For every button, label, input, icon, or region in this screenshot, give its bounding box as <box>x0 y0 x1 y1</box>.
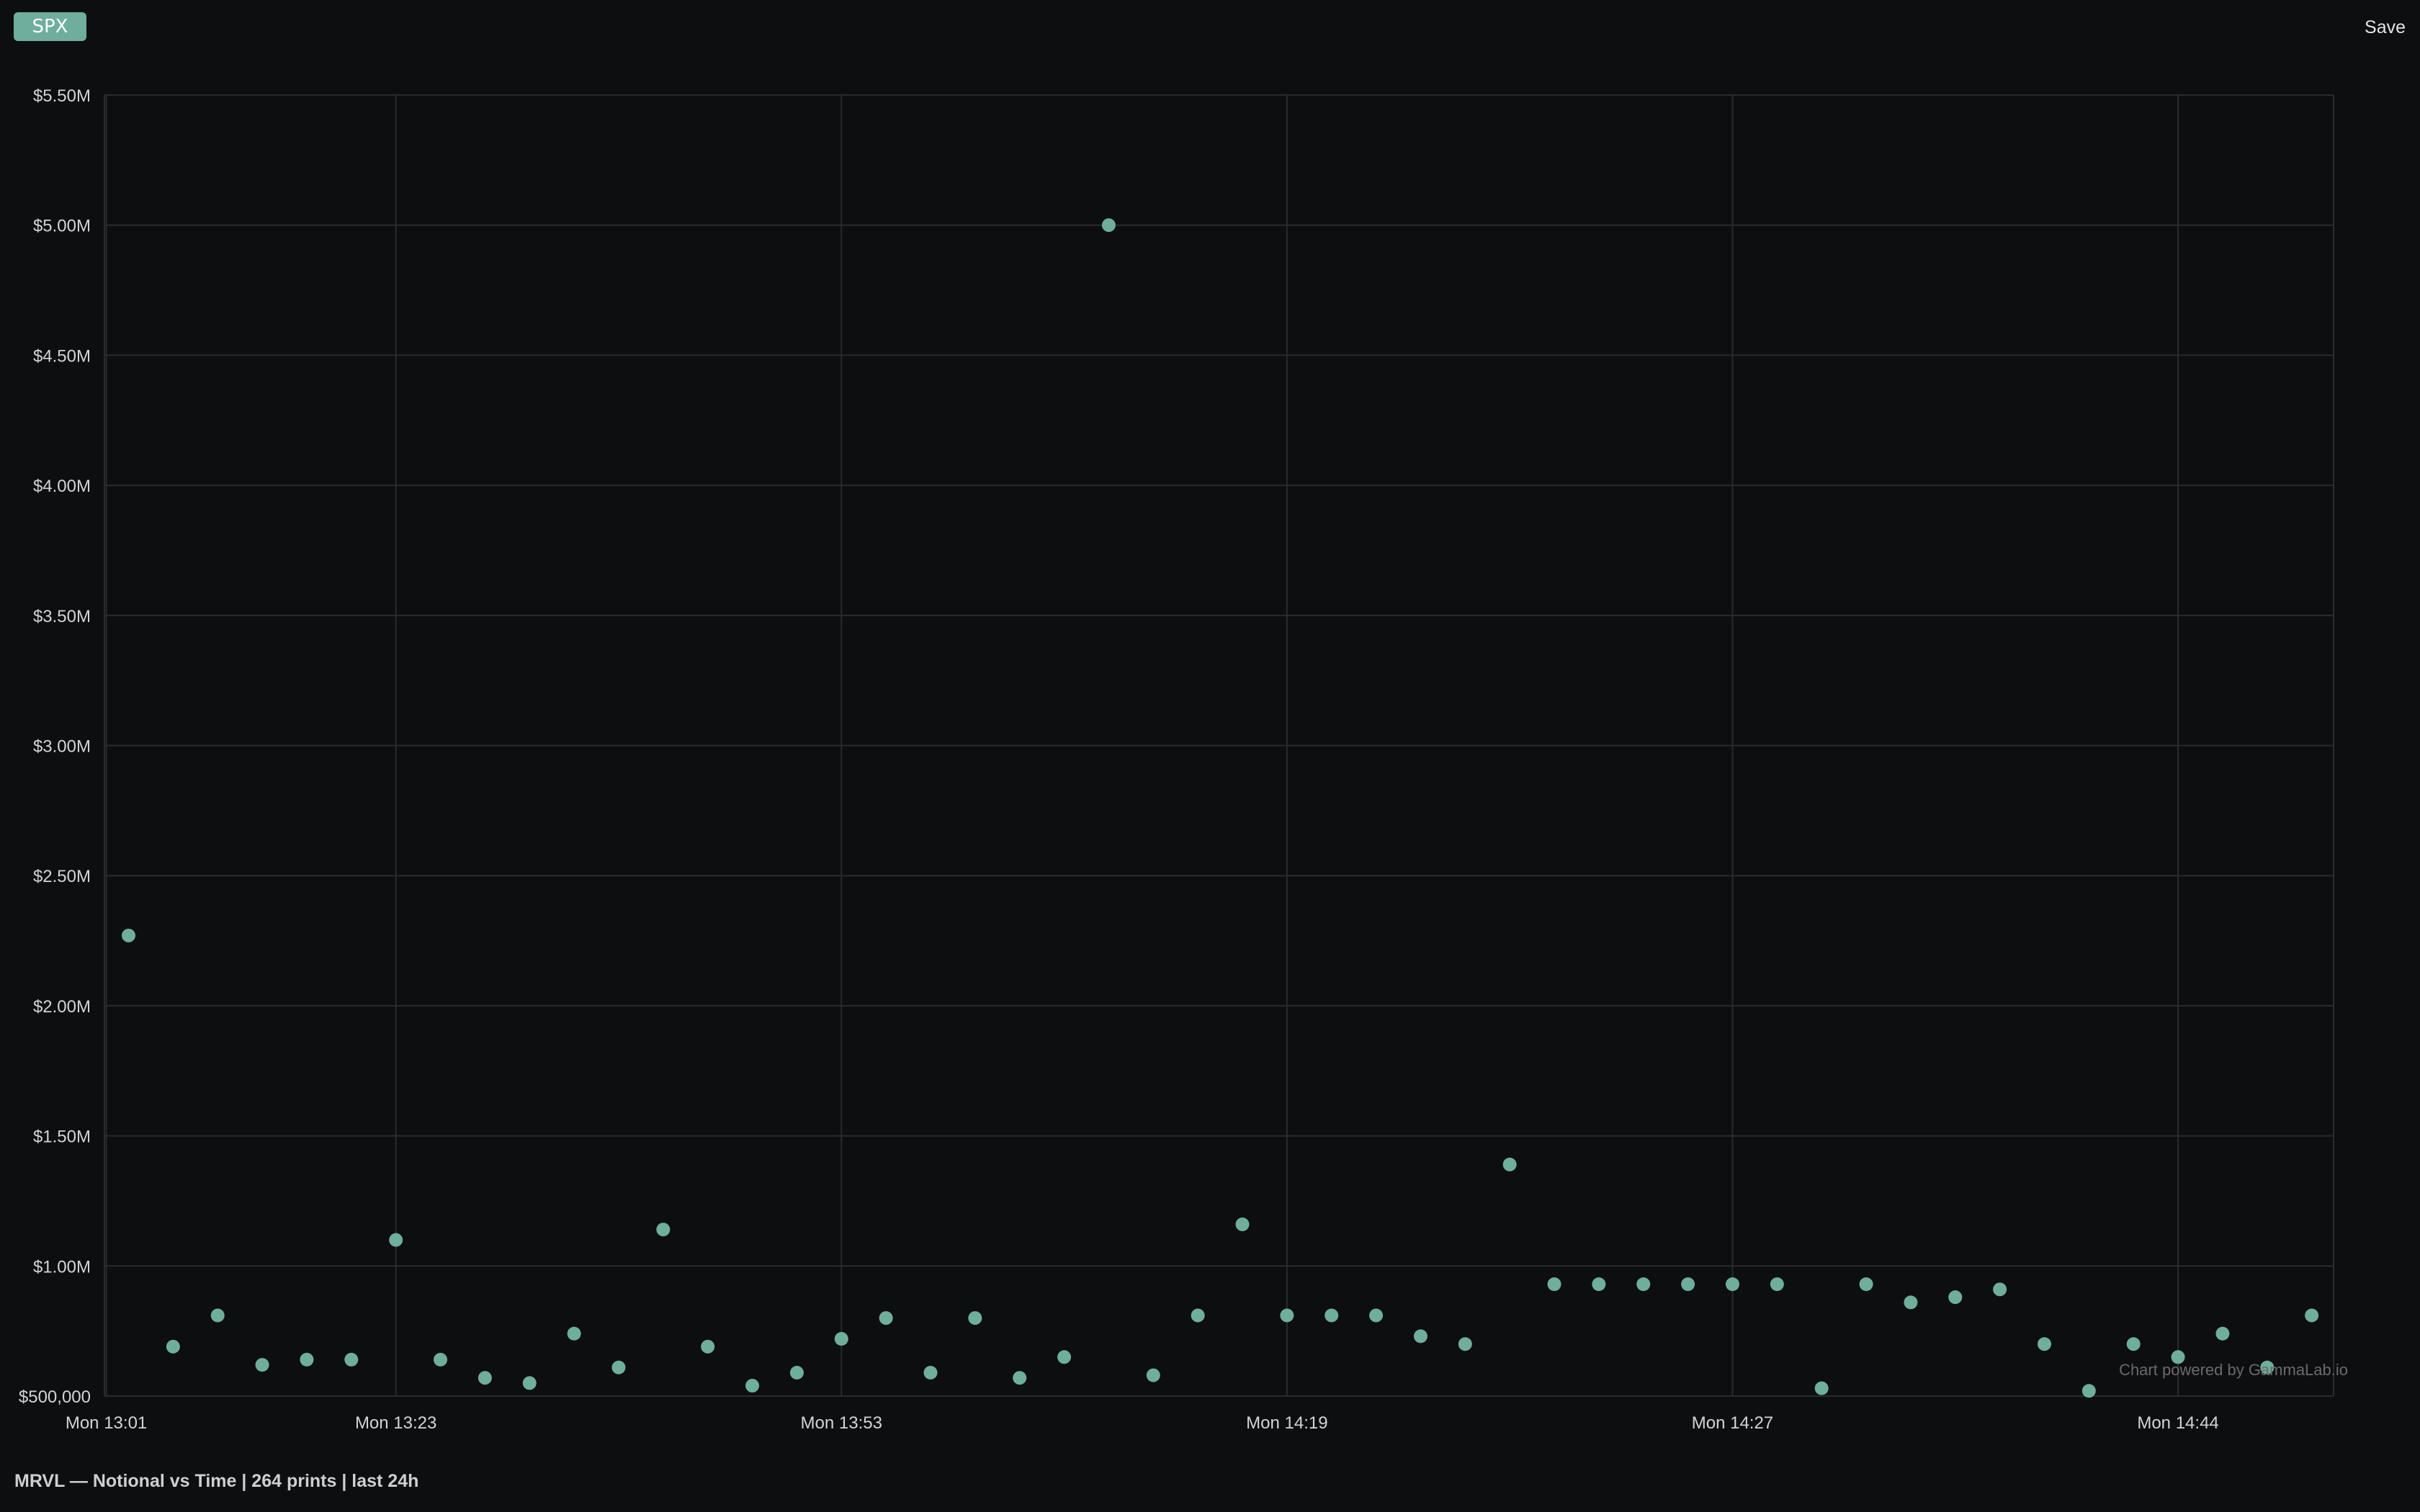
data-point <box>879 1311 893 1326</box>
data-point <box>166 1339 180 1354</box>
data-point <box>1280 1308 1294 1323</box>
data-point <box>1502 1157 1517 1171</box>
y-tick-label: $1.50M <box>33 1128 91 1147</box>
data-point <box>656 1223 671 1237</box>
data-point <box>745 1379 760 1393</box>
data-point <box>2126 1337 2141 1351</box>
data-point <box>1013 1371 1027 1385</box>
y-axis-ticks: $500,000 $1.00M $1.50M $2.00M $2.50M $3.00M $3… <box>19 86 91 1407</box>
data-point <box>611 1360 626 1374</box>
data-point <box>1636 1277 1651 1292</box>
chart-caption: MRVL — Notional vs Time | 264 prints | l… <box>14 1471 419 1491</box>
scatter-chart: $500,000 $1.00M $1.50M $2.00M $2.50M $3.00M $3… <box>19 86 2348 1433</box>
data-point <box>1725 1277 1739 1292</box>
x-tick-label: Mon 14:19 <box>1246 1413 1327 1433</box>
data-point <box>2081 1384 2096 1398</box>
data-point <box>389 1233 403 1247</box>
y-tick-label: $4.50M <box>33 346 91 366</box>
data-point <box>923 1365 938 1380</box>
data-point <box>1057 1350 1072 1364</box>
x-tick-label: Mon 13:01 <box>66 1413 147 1433</box>
x-tick-label: Mon 13:23 <box>355 1413 436 1433</box>
y-tick-label: $2.00M <box>33 997 91 1017</box>
data-point <box>478 1371 492 1385</box>
data-point <box>255 1358 269 1372</box>
data-point <box>2305 1308 2319 1323</box>
data-point <box>1770 1277 1784 1292</box>
x-axis-ticks: Mon 13:01 Mon 13:23 Mon 13:53 Mon 14:19 Mon … <box>66 1413 2219 1433</box>
data-point <box>434 1352 448 1367</box>
data-point <box>2037 1337 2051 1351</box>
data-point <box>1369 1308 1384 1323</box>
data-point <box>210 1308 225 1323</box>
data-point <box>2215 1326 2230 1341</box>
x-tick-label: Mon 13:53 <box>801 1413 882 1433</box>
x-tick-label: Mon 14:44 <box>2137 1413 2218 1433</box>
data-point <box>1948 1290 1963 1305</box>
data-point <box>1325 1308 1339 1323</box>
y-tick-label: $5.50M <box>33 86 91 106</box>
data-point <box>1993 1282 2007 1297</box>
data-point <box>522 1376 537 1390</box>
data-point <box>300 1352 314 1367</box>
data-point <box>122 928 135 942</box>
y-tick-label: $3.00M <box>33 737 91 757</box>
data-point <box>1458 1337 1472 1351</box>
data-point <box>834 1331 848 1346</box>
data-point <box>1235 1217 1250 1231</box>
data-point <box>1904 1295 1918 1310</box>
y-tick-label: $3.50M <box>33 607 91 626</box>
y-tick-label: $1.00M <box>33 1257 91 1277</box>
data-points <box>122 218 2319 1398</box>
x-tick-label: Mon 14:27 <box>1692 1413 1773 1433</box>
data-point <box>1413 1329 1428 1344</box>
data-point <box>1814 1381 1829 1395</box>
data-point <box>1681 1277 1695 1292</box>
data-point <box>567 1326 581 1341</box>
data-point <box>344 1352 359 1367</box>
data-point <box>789 1365 804 1380</box>
data-point <box>1592 1277 1606 1292</box>
watermark: Chart powered by GammaLab.io <box>2119 1361 2348 1379</box>
data-point <box>1191 1308 1205 1323</box>
y-tick-label: $500,000 <box>19 1387 91 1407</box>
data-point <box>701 1339 715 1354</box>
data-point <box>1859 1277 1873 1292</box>
data-point <box>1146 1368 1160 1382</box>
data-point <box>1547 1277 1561 1292</box>
y-tick-label: $4.00M <box>33 477 91 496</box>
grid-lines <box>104 94 2334 1397</box>
data-point <box>968 1311 982 1326</box>
data-point <box>1101 218 1116 233</box>
y-tick-label: $2.50M <box>33 867 91 886</box>
y-tick-label: $5.00M <box>33 217 91 236</box>
